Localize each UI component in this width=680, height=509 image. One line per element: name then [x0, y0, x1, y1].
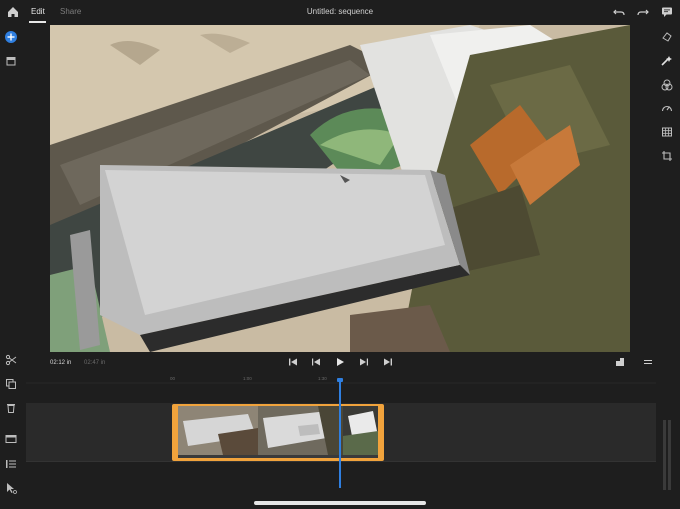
ruler-label: 1:00 — [243, 376, 252, 381]
skip-to-start-icon[interactable] — [287, 356, 299, 368]
fullscreen-icon[interactable] — [614, 356, 626, 368]
track-divider — [26, 461, 656, 462]
comment-icon[interactable] — [660, 5, 674, 19]
ruler-label: 00 — [170, 376, 176, 381]
tab-active-indicator — [29, 21, 46, 23]
play-icon[interactable] — [334, 356, 346, 368]
top-bar: Edit Share Untitled: sequence — [0, 0, 680, 24]
video-preview[interactable] — [50, 25, 630, 352]
archive-icon[interactable] — [4, 54, 18, 68]
transform-icon[interactable] — [660, 30, 674, 44]
list-icon[interactable] — [4, 457, 18, 471]
grid-icon[interactable] — [660, 125, 674, 139]
speed-icon[interactable] — [660, 101, 674, 115]
step-back-icon[interactable] — [310, 356, 322, 368]
current-timecode: 02:12 in — [50, 360, 72, 366]
media-icon[interactable] — [4, 432, 18, 446]
menu-icon[interactable] — [642, 356, 654, 368]
video-frame-image — [50, 25, 630, 352]
pointer-icon[interactable] — [4, 481, 18, 495]
color-icon[interactable] — [660, 78, 674, 92]
total-timecode: 02:47 in — [84, 360, 106, 366]
delete-icon[interactable] — [4, 401, 18, 415]
sequence-title: Untitled: sequence — [306, 7, 374, 16]
playhead[interactable] — [339, 380, 341, 488]
skip-to-end-icon[interactable] — [382, 356, 394, 368]
duplicate-icon[interactable] — [4, 377, 18, 391]
add-icon[interactable] — [4, 30, 18, 44]
crop-rotate-icon[interactable] — [660, 149, 674, 163]
split-icon[interactable] — [4, 353, 18, 367]
undo-icon[interactable] — [612, 5, 626, 19]
audio-meter-right — [668, 420, 671, 490]
video-clip[interactable] — [172, 404, 384, 461]
step-forward-icon[interactable] — [358, 356, 370, 368]
home-indicator — [254, 501, 426, 505]
audio-meter-left — [663, 420, 666, 490]
clip-thumbnails — [178, 406, 378, 455]
effects-icon[interactable] — [660, 54, 674, 68]
redo-icon[interactable] — [636, 5, 650, 19]
clip-audio-strip — [178, 455, 378, 458]
ruler-label: 1:30 — [318, 376, 327, 381]
